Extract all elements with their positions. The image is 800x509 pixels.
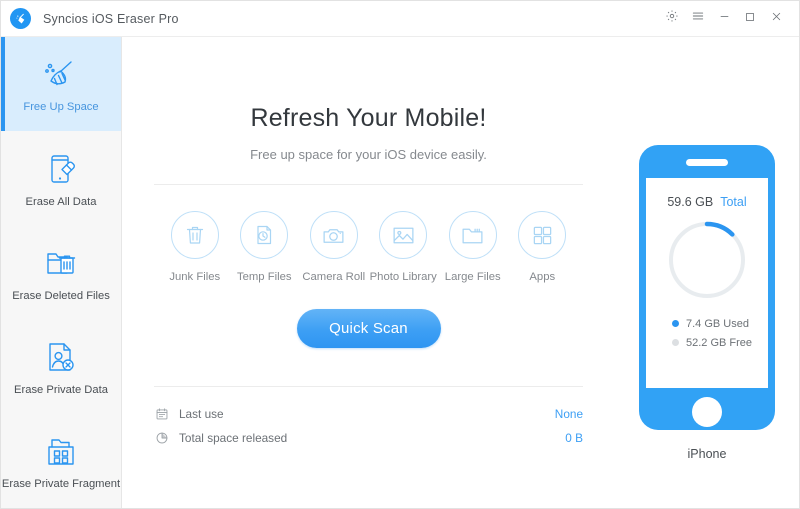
close-button[interactable] (763, 6, 789, 32)
storage-legend: 7.4 GB Used 52.2 GB Free (646, 314, 768, 352)
legend-label-used: 7.4 GB Used (686, 317, 749, 330)
legend-label-free: 52.2 GB Free (686, 336, 753, 349)
sidebar-item-erase-all-data[interactable]: Erase All Data (1, 131, 121, 225)
page-subtitle: Free up space for your iOS device easily… (250, 147, 487, 162)
legend-dot-free (672, 339, 679, 346)
category-apps[interactable]: Apps (508, 211, 578, 283)
category-label: Apps (529, 271, 556, 283)
category-label: Junk Files (169, 271, 221, 283)
close-icon (770, 10, 783, 28)
storage-total-size: 59.6 GB (667, 195, 714, 209)
folder-grid-icon (41, 430, 81, 472)
device-name-label: iPhone (687, 447, 727, 461)
stat-value: None (554, 407, 583, 421)
camera-icon (309, 211, 358, 259)
sidebar-item-label: Erase All Data (25, 195, 97, 208)
maximize-button[interactable] (737, 6, 763, 32)
hamburger-menu-icon (691, 9, 705, 28)
maximize-icon (744, 10, 756, 28)
category-list: Junk Files Temp Files Camera Roll Photo … (154, 211, 583, 283)
stat-row-total-space-released: Total space released 0 B (154, 426, 583, 450)
category-junk-files[interactable]: Junk Files (160, 211, 230, 283)
quick-scan-button[interactable]: Quick Scan (296, 309, 441, 348)
calendar-icon (154, 406, 170, 422)
category-label: Temp Files (236, 271, 292, 283)
pie-chart-icon (154, 430, 170, 446)
stat-label: Total space released (179, 431, 288, 445)
scan-button-wrap: Quick Scan (154, 309, 583, 348)
page-title: Refresh Your Mobile! (250, 104, 487, 132)
stat-value: 0 B (565, 431, 583, 445)
category-temp-files[interactable]: Temp Files (230, 211, 300, 283)
window-body: Free Up Space Erase All Data Erase Delet… (1, 37, 799, 508)
document-clock-icon (240, 211, 289, 259)
sidebar-item-label: Erase Private Fragment (1, 478, 121, 491)
grid-apps-icon (518, 211, 567, 259)
application-window: Syncios iOS Eraser Pro Free Up Space Era… (0, 0, 800, 509)
minimize-icon (718, 10, 731, 28)
sidebar-item-label: Erase Deleted Files (12, 289, 110, 302)
category-label: Photo Library (369, 271, 437, 283)
phone-home-button (692, 397, 722, 427)
category-photo-library[interactable]: Photo Library (369, 211, 439, 283)
category-camera-roll[interactable]: Camera Roll (299, 211, 369, 283)
free-up-space-panel: Refresh Your Mobile! Free up space for y… (122, 37, 615, 508)
stat-row-last-use: Last use None (154, 402, 583, 426)
trash-icon (170, 211, 219, 259)
phone-illustration: 59.6 GB Total 7.4 GB Used 52.2 GB Free (639, 145, 775, 430)
storage-ring-svg (668, 221, 746, 299)
storage-donut-chart (665, 218, 749, 302)
menu-button[interactable] (685, 6, 711, 32)
settings-button[interactable] (659, 6, 685, 32)
stats-section: Last use None Total space released 0 B (154, 386, 583, 508)
phone-eraser-icon (41, 148, 81, 190)
document-user-delete-icon (41, 336, 81, 378)
folder-icon (448, 211, 497, 259)
device-panel: 59.6 GB Total 7.4 GB Used 52.2 GB Free i… (615, 37, 799, 508)
photo-icon (379, 211, 428, 259)
sidebar-item-erase-private-fragment[interactable]: Erase Private Fragment (1, 414, 121, 508)
app-title: Syncios iOS Eraser Pro (43, 11, 179, 26)
broom-icon (41, 53, 81, 95)
top-divider (154, 184, 583, 185)
phone-speaker (686, 159, 728, 166)
stats-divider (154, 386, 583, 387)
title-bar: Syncios iOS Eraser Pro (1, 1, 799, 37)
sidebar-item-label: Free Up Space (23, 101, 99, 114)
main-content: Refresh Your Mobile! Free up space for y… (122, 37, 799, 508)
legend-row-free: 52.2 GB Free (672, 333, 768, 352)
minimize-button[interactable] (711, 6, 737, 32)
storage-total-word: Total (720, 195, 747, 209)
sidebar-item-erase-private-data[interactable]: Erase Private Data (1, 320, 121, 414)
legend-dot-used (672, 320, 679, 327)
legend-row-used: 7.4 GB Used (672, 314, 768, 333)
broom-logo-icon (10, 8, 31, 29)
sidebar-item-erase-deleted-files[interactable]: Erase Deleted Files (1, 225, 121, 319)
category-label: Large Files (444, 271, 501, 283)
stat-label: Last use (179, 407, 224, 421)
sidebar-item-label: Erase Private Data (14, 383, 108, 396)
gear-icon (665, 9, 679, 28)
storage-total-row: 59.6 GB Total (667, 195, 746, 209)
category-label: Camera Roll (302, 271, 366, 283)
sidebar-item-free-up-space[interactable]: Free Up Space (1, 37, 121, 132)
phone-screen: 59.6 GB Total 7.4 GB Used 52.2 GB Free (646, 178, 768, 388)
folder-trash-icon (41, 242, 81, 284)
sidebar: Free Up Space Erase All Data Erase Delet… (1, 37, 122, 508)
category-large-files[interactable]: Large Files (438, 211, 508, 283)
